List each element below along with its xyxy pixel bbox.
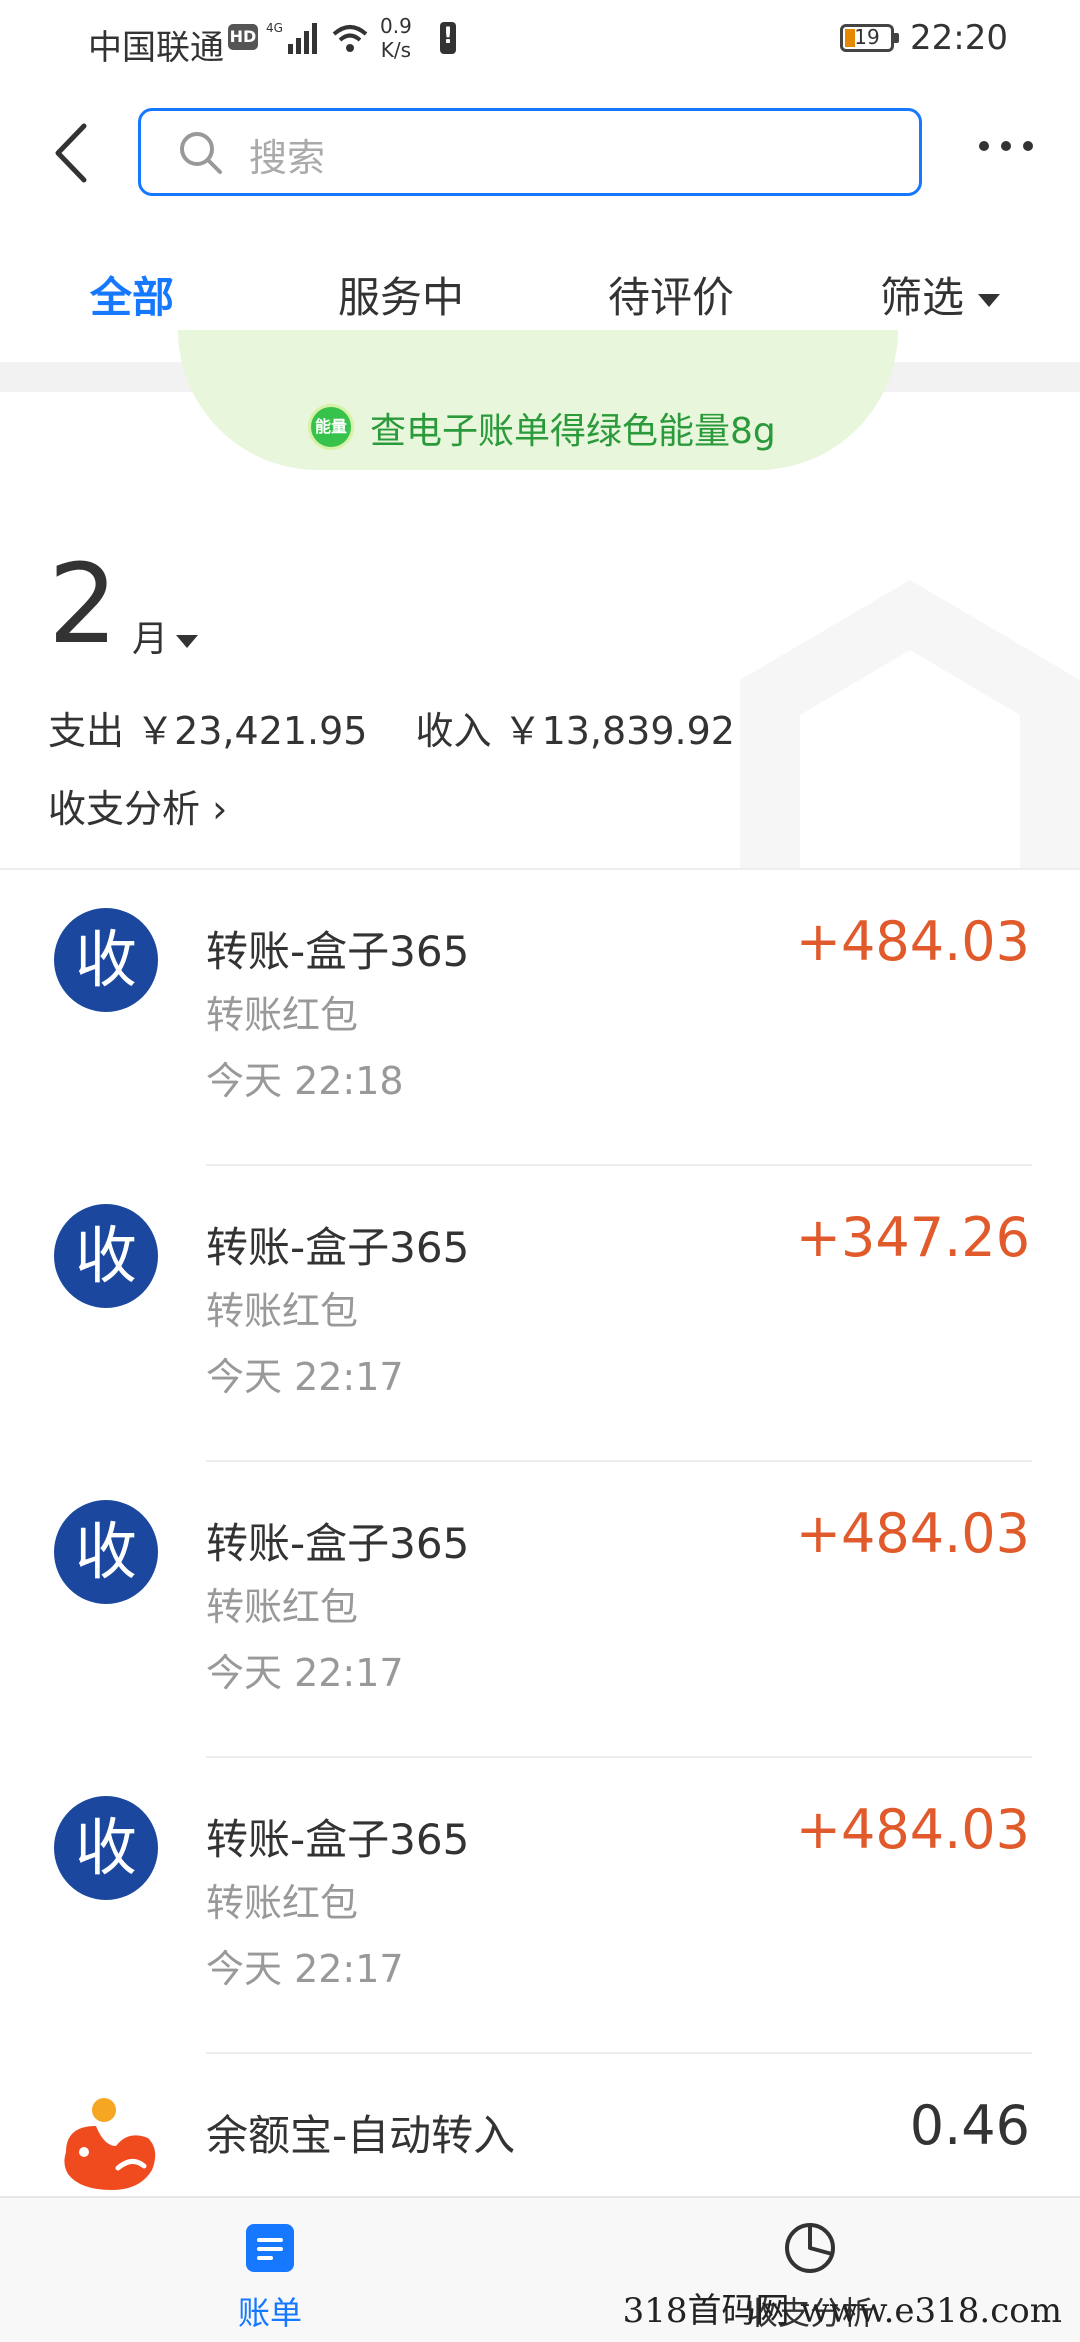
speed-unit: K/s — [380, 38, 412, 62]
network-speed: 0.9 K/s — [380, 14, 412, 62]
month-number: 2 — [48, 540, 118, 668]
transaction-amount: +484.03 — [795, 910, 1030, 973]
hd-icon: HD — [228, 24, 258, 50]
status-bar: 中国联通 HD 4G 0.9 K/s 19 22:20 — [0, 0, 1080, 84]
caret-down-icon — [176, 634, 199, 648]
transaction-subtitle: 转账红包 — [206, 1881, 359, 1925]
more-menu-button[interactable] — [976, 126, 1036, 166]
transaction-subtitle: 转账红包 — [206, 1289, 359, 1333]
transaction-title: 转账-盒子365 — [206, 1815, 470, 1864]
battery-level: 19 — [854, 25, 880, 49]
transfer-avatar-icon: 收 — [54, 908, 158, 1012]
transaction-item[interactable]: 余额宝-自动转入 0.46 — [0, 2054, 1080, 2196]
energy-banner[interactable]: 能量 查电子账单得绿色能量8g — [0, 392, 1080, 462]
transfer-avatar-icon: 收 — [54, 1204, 158, 1308]
transaction-amount: +484.03 — [795, 1502, 1030, 1565]
income-expense-analysis-link[interactable]: 收支分析 › — [48, 778, 227, 833]
banner-text: 查电子账单得绿色能量8g — [370, 411, 776, 452]
nav-bills[interactable]: 账单 — [170, 2198, 370, 2342]
month-summary: 支出 ￥23,421.95 收入 ￥13,839.92 — [48, 700, 783, 755]
transaction-subtitle: 转账红包 — [206, 993, 359, 1037]
signal-icon: 4G — [266, 21, 317, 54]
transaction-item[interactable]: 收 转账-盒子365 转账红包 今天 22:17 +484.03 — [0, 1462, 1080, 1758]
pie-chart-icon — [785, 2223, 835, 2273]
tab-to-review[interactable]: 待评价 — [608, 264, 734, 325]
yuebao-icon — [64, 2098, 156, 2190]
search-icon — [180, 132, 222, 174]
battery-icon: 19 — [840, 24, 899, 52]
transfer-avatar-icon: 收 — [54, 1796, 158, 1900]
transaction-title: 转账-盒子365 — [206, 1223, 470, 1272]
tab-in-service[interactable]: 服务中 — [338, 264, 464, 325]
transaction-amount: +347.26 — [795, 1206, 1030, 1269]
transaction-amount: 0.46 — [909, 2094, 1030, 2157]
expense-total: 支出 ￥23,421.95 — [48, 709, 368, 753]
bottom-navigation: 账单 收支分析 318首码网 www.e318.com — [0, 2196, 1080, 2342]
watermark: 318首码网 www.e318.com — [622, 2291, 1062, 2331]
nav-bills-label: 账单 — [237, 2294, 302, 2332]
transaction-amount: +484.03 — [795, 1798, 1030, 1861]
search-placeholder: 搜索 — [249, 136, 326, 180]
transaction-item[interactable]: 收 转账-盒子365 转账红包 今天 22:17 +484.03 — [0, 1758, 1080, 2054]
transaction-subtitle: 转账红包 — [206, 1585, 359, 1629]
transaction-time: 今天 22:18 — [206, 1059, 404, 1103]
tab-all[interactable]: 全部 — [90, 264, 174, 325]
transaction-item[interactable]: 收 转账-盒子365 转账红包 今天 22:17 +347.26 — [0, 1166, 1080, 1462]
back-button[interactable] — [44, 118, 104, 188]
tab-filter[interactable]: 筛选 — [880, 264, 1001, 325]
transaction-title: 转账-盒子365 — [206, 927, 470, 976]
bill-icon — [246, 2224, 294, 2272]
energy-icon: 能量 — [308, 404, 354, 450]
carrier-label: 中国联通 — [88, 28, 224, 68]
clock: 22:20 — [910, 18, 1008, 58]
month-selector[interactable]: 2 月 — [48, 540, 199, 668]
transaction-time: 今天 22:17 — [206, 1651, 404, 1695]
alert-icon — [440, 22, 456, 54]
network-label: 4G — [266, 21, 283, 35]
wifi-icon — [332, 25, 368, 52]
transaction-time: 今天 22:17 — [206, 1947, 404, 1991]
transaction-item[interactable]: 收 转账-盒子365 转账红包 今天 22:18 +484.03 — [0, 870, 1080, 1166]
transaction-title: 转账-盒子365 — [206, 1519, 470, 1568]
caret-down-icon — [978, 294, 1001, 307]
search-input[interactable]: 搜索 — [138, 108, 922, 196]
transfer-avatar-icon: 收 — [54, 1500, 158, 1604]
month-unit: 月 — [132, 610, 199, 662]
income-total: 收入 ￥13,839.92 — [415, 709, 735, 753]
filter-label: 筛选 — [880, 273, 965, 322]
transaction-time: 今天 22:17 — [206, 1355, 404, 1399]
transaction-title: 余额宝-自动转入 — [206, 2111, 516, 2160]
speed-value: 0.9 — [380, 14, 412, 38]
